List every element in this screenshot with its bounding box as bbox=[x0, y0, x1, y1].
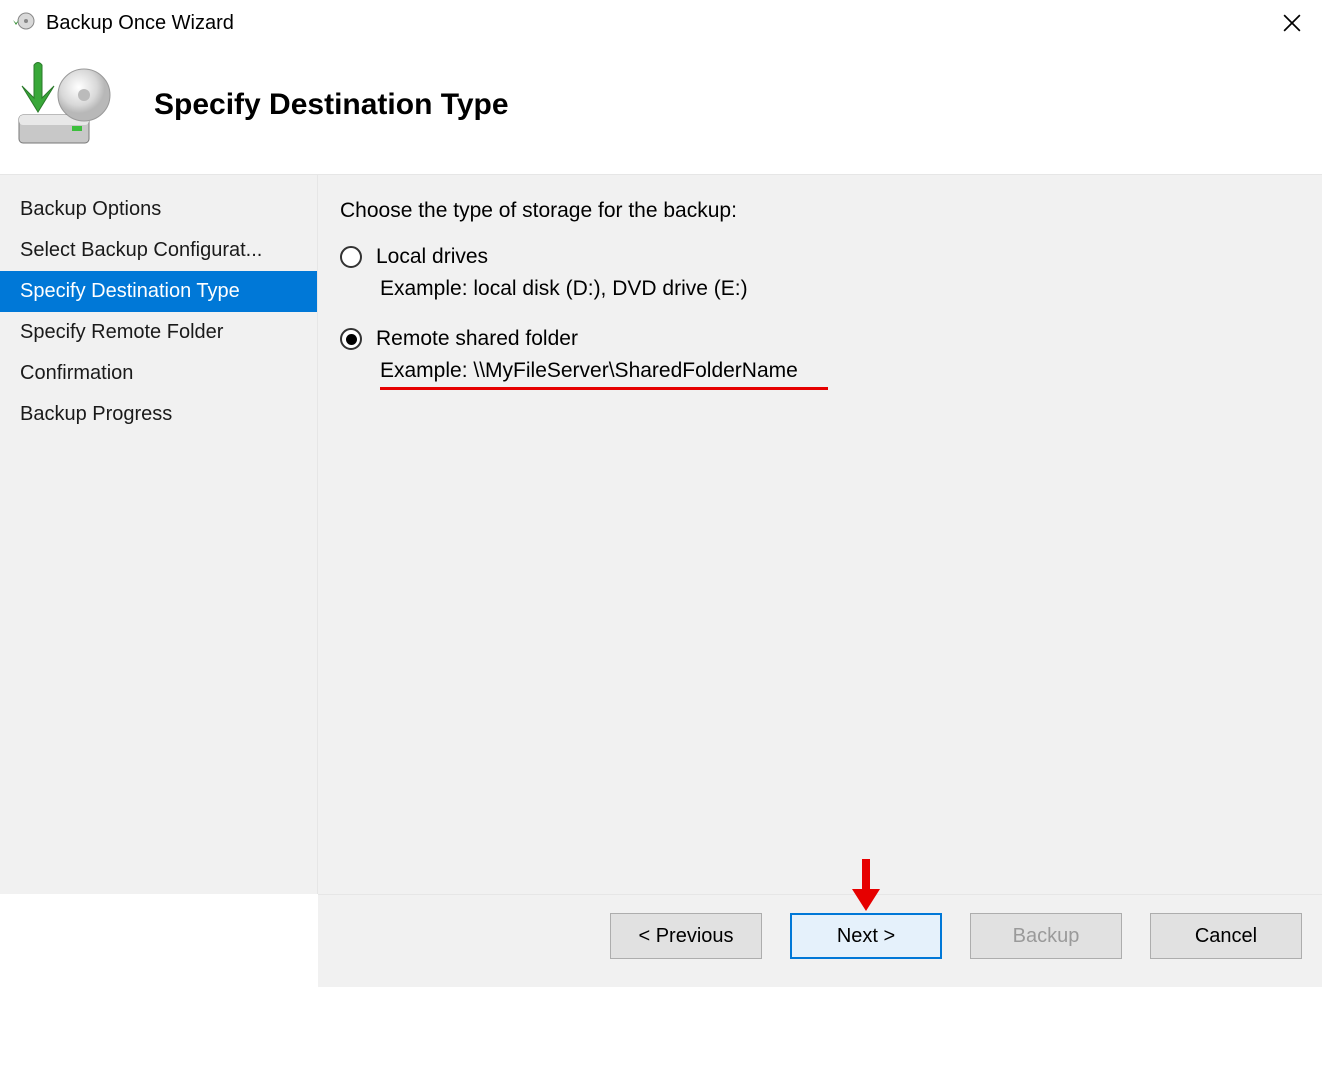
prompt-text: Choose the type of storage for the backu… bbox=[340, 199, 1302, 223]
cancel-button[interactable]: Cancel bbox=[1150, 913, 1302, 959]
next-button[interactable]: Next > bbox=[790, 913, 942, 959]
sidebar-step-label: Backup Progress bbox=[20, 403, 172, 425]
backup-button: Backup bbox=[970, 913, 1122, 959]
wizard-steps-sidebar: Backup Options Select Backup Configurat.… bbox=[0, 175, 318, 894]
wizard-main-panel: Choose the type of storage for the backu… bbox=[318, 175, 1322, 894]
sidebar-step-backup-options[interactable]: Backup Options bbox=[0, 189, 317, 230]
option-local-drives: Local drives Example: local disk (D:), D… bbox=[340, 245, 1302, 305]
radio-label-local-drives: Local drives bbox=[376, 245, 488, 269]
sidebar-step-label: Confirmation bbox=[20, 362, 133, 384]
radio-label-remote-shared-folder: Remote shared folder bbox=[376, 327, 578, 351]
sidebar-step-confirmation[interactable]: Confirmation bbox=[0, 353, 317, 394]
titlebar: Backup Once Wizard bbox=[0, 0, 1322, 46]
window-title: Backup Once Wizard bbox=[46, 12, 234, 35]
radio-local-drives[interactable] bbox=[340, 246, 362, 268]
backup-drive-icon bbox=[14, 60, 114, 150]
backup-wizard-icon bbox=[12, 11, 36, 35]
radio-remote-shared-folder[interactable] bbox=[340, 328, 362, 350]
option-remote-shared-folder: Remote shared folder Example: \\MyFileSe… bbox=[340, 327, 1302, 390]
sidebar-step-specify-remote-folder[interactable]: Specify Remote Folder bbox=[0, 312, 317, 353]
previous-button[interactable]: < Previous bbox=[610, 913, 762, 959]
page-title: Specify Destination Type bbox=[154, 88, 509, 122]
example-remote-shared-folder: Example: \\MyFileServer\SharedFolderName bbox=[380, 359, 828, 390]
example-local-drives: Example: local disk (D:), DVD drive (E:) bbox=[380, 277, 1302, 305]
sidebar-step-label: Select Backup Configurat... bbox=[20, 239, 262, 261]
wizard-footer: < Previous Next > Backup Cancel bbox=[318, 894, 1322, 987]
close-icon bbox=[1283, 14, 1301, 32]
sidebar-step-label: Specify Destination Type bbox=[20, 280, 240, 302]
sidebar-step-specify-destination-type[interactable]: Specify Destination Type bbox=[0, 271, 317, 312]
sidebar-step-select-backup-config[interactable]: Select Backup Configurat... bbox=[0, 230, 317, 271]
close-button[interactable] bbox=[1272, 3, 1312, 43]
wizard-header: Specify Destination Type bbox=[0, 46, 1322, 174]
sidebar-step-label: Specify Remote Folder bbox=[20, 321, 223, 343]
wizard-body: Backup Options Select Backup Configurat.… bbox=[0, 174, 1322, 894]
sidebar-step-backup-progress[interactable]: Backup Progress bbox=[0, 394, 317, 435]
sidebar-step-label: Backup Options bbox=[20, 198, 161, 220]
